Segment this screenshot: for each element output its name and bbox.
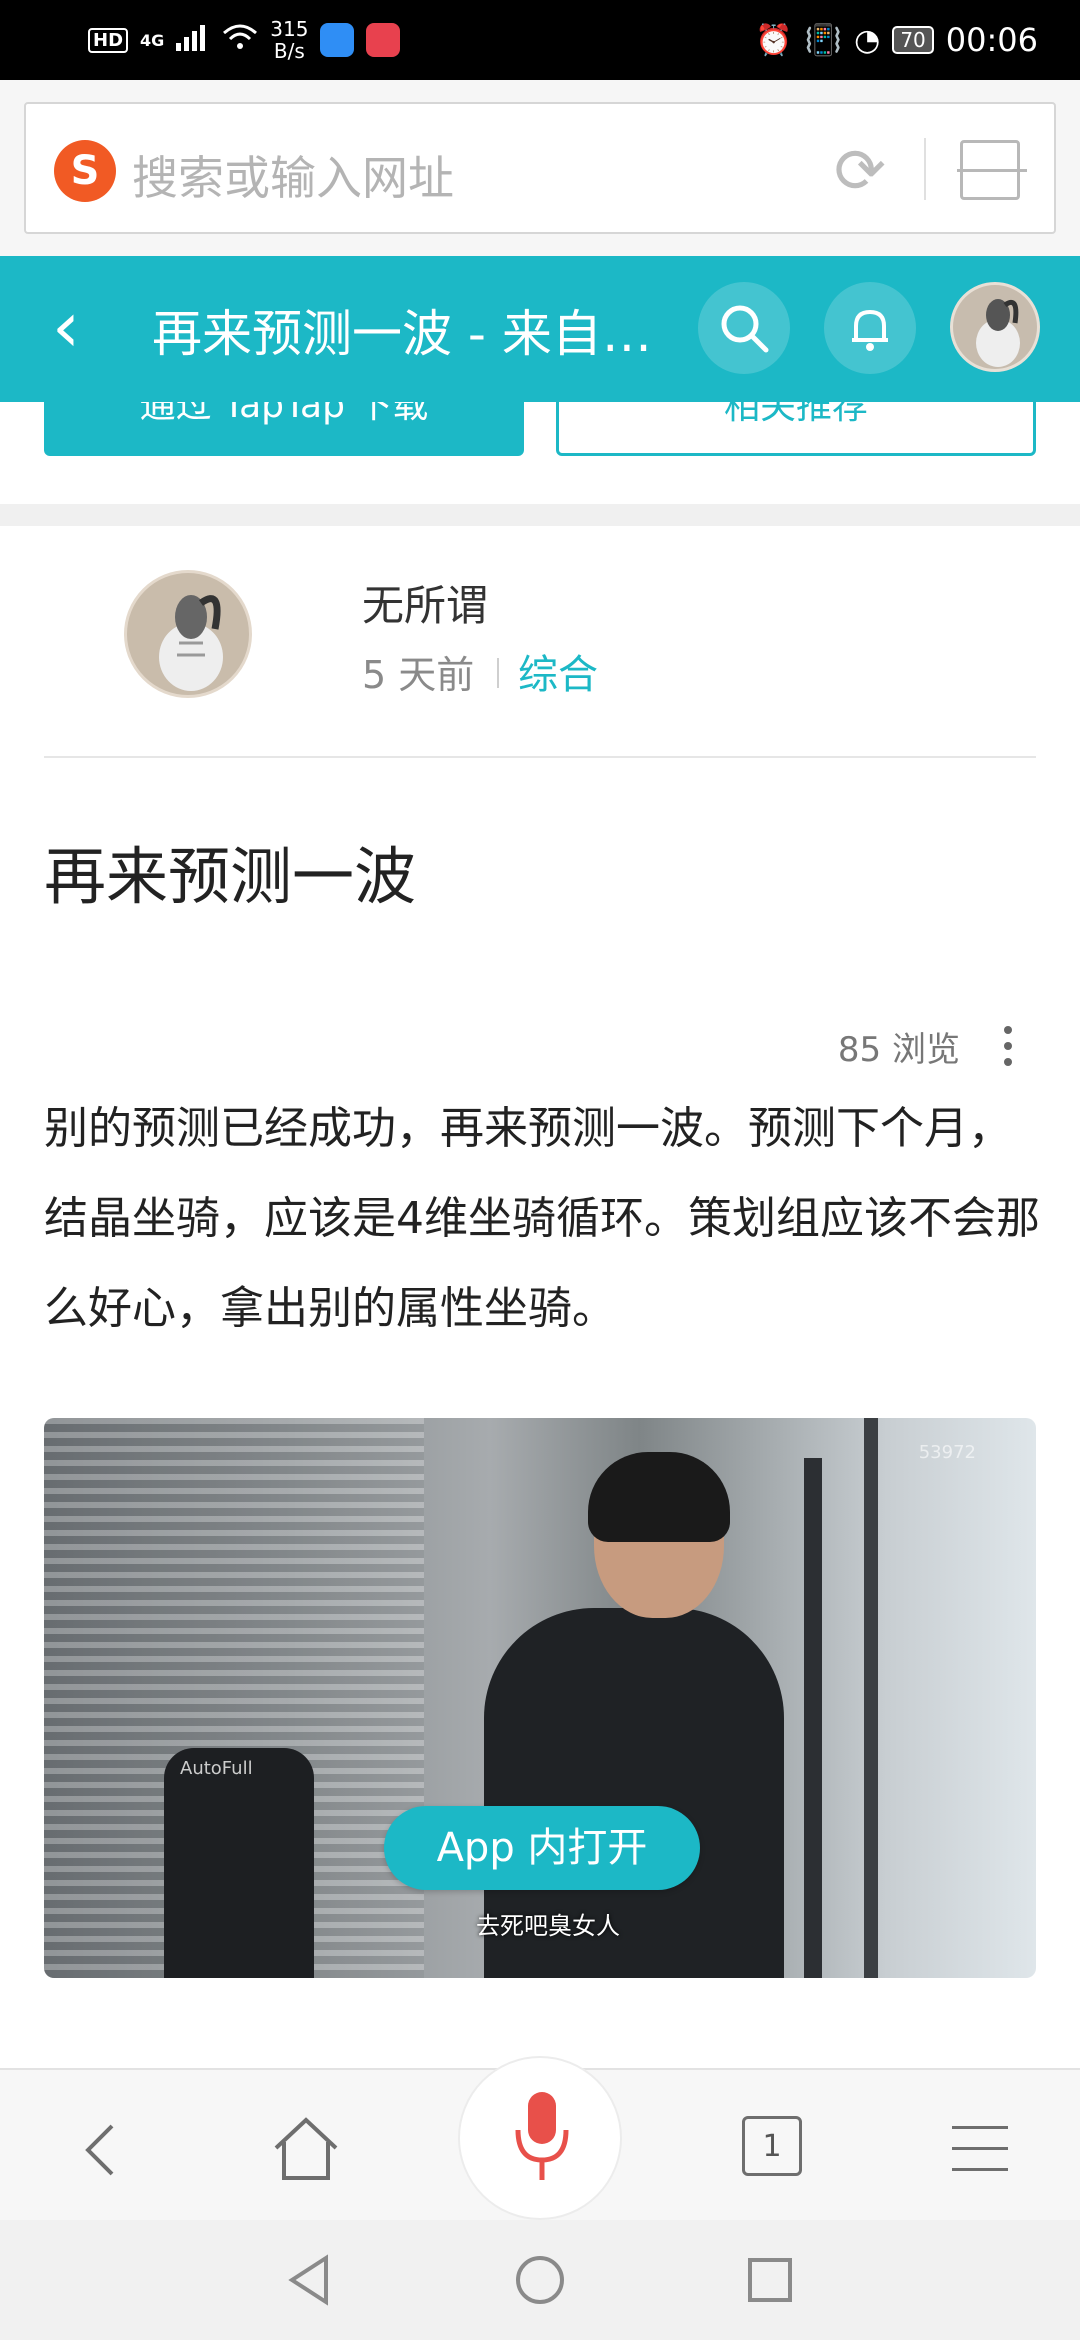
post-time: 5 天前 [362,653,475,697]
section-gap [0,504,1080,526]
open-in-app-button[interactable]: App 内打开 [384,1806,700,1890]
more-options-icon[interactable] [1002,1026,1014,1066]
page-header: ‹ 再来预测一波 - 来自… [0,256,1080,402]
nav-back-icon[interactable] [280,2250,340,2310]
user-avatar[interactable] [950,282,1040,372]
window-frame-secondary [864,1418,878,1978]
browser-logo-icon: S [54,140,116,202]
network-speed: 315 B/s [270,18,308,62]
post-body: 别的预测已经成功，再来预测一波。预测下个月，结晶坐骑，应该是4维坐骑循环。策划组… [44,1103,1040,1334]
post-media-image[interactable]: AutoFull 53972 去死吧臭女人 [44,1418,1036,1978]
home-icon[interactable] [266,2110,346,2190]
refresh-icon[interactable]: ⟳ [834,134,886,207]
search-icon [721,305,769,353]
speedometer-icon: ◔ [854,22,881,58]
menu-icon[interactable] [952,2126,1008,2172]
back-arrow-icon[interactable]: ‹ [52,292,80,362]
author-name[interactable]: 无所谓 [362,572,488,633]
author-avatar[interactable] [124,570,252,698]
notification-button[interactable] [824,282,916,374]
status-left: HD 4G 315 B/s [88,14,401,66]
battery-level: 70 [892,26,934,54]
status-bar: HD 4G 315 B/s ⏰ 📳 ◔ 70 00:06 [0,0,1080,80]
speed-value: 315 [270,17,309,41]
nav-home-icon[interactable] [510,2250,570,2310]
voice-search-button[interactable] [458,2056,622,2220]
speed-unit: B/s [273,39,305,63]
person-figure [484,1452,784,1978]
browser-back-icon[interactable] [64,2110,144,2190]
address-bar[interactable]: S 搜索或输入网址 ⟳ [24,102,1056,234]
notification-app-icon [320,23,355,57]
post-category[interactable]: 综合 [518,642,598,700]
browser-address-area: S 搜索或输入网址 ⟳ [0,80,1080,256]
media-caption: 去死吧臭女人 [476,1912,620,1940]
address-separator [924,138,926,200]
notification-book-icon [366,23,401,57]
chair-brand: AutoFull [180,1758,253,1779]
wifi-icon [222,23,258,57]
hd-indicator: HD [88,27,129,53]
author-divider [44,756,1036,758]
clock: 00:06 [945,21,1038,59]
meta-separator [497,658,499,688]
bell-icon [852,309,888,351]
system-nav-bar [0,2220,1080,2340]
status-right: ⏰ 📳 ◔ 70 00:06 [755,14,1038,66]
signal-icon [176,23,210,57]
scan-icon[interactable] [957,140,1027,200]
media-watermark: 53972 [918,1442,976,1463]
search-button[interactable] [698,282,790,374]
nav-recent-apps-icon[interactable] [740,2250,800,2310]
tabs-button[interactable]: 1 [742,2116,802,2176]
network-type: 4G [140,30,165,50]
office-chair [164,1748,314,1978]
alarm-icon: ⏰ [755,22,793,58]
page-title: 再来预测一波 - 来自… [152,305,652,363]
view-count: 85 浏览 [837,1030,960,1070]
microphone-icon [515,2092,569,2180]
search-input[interactable]: 搜索或输入网址 [132,142,454,208]
window-frame [804,1458,822,1978]
post-title: 再来预测一波 [44,840,417,913]
vibrate-icon: 📳 [804,22,843,58]
